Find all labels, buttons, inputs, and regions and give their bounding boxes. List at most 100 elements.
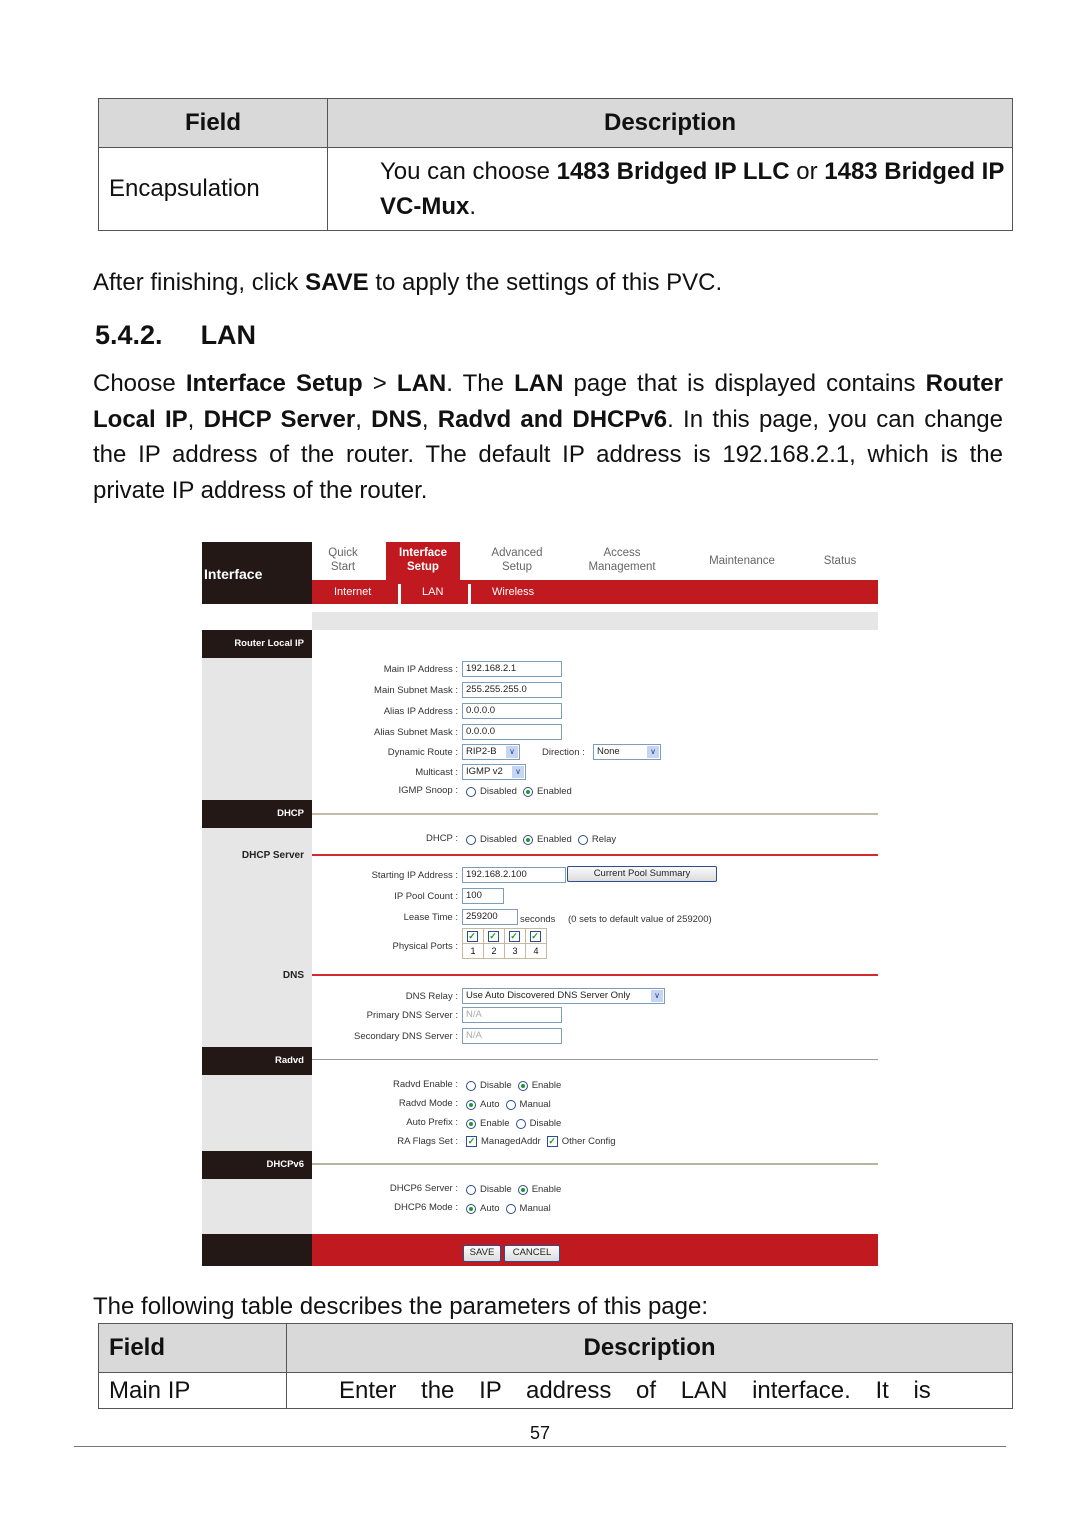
auto-prefix-label: Auto Prefix :: [406, 1117, 458, 1128]
subnav-divider: [398, 584, 401, 604]
main-ip-input[interactable]: 192.168.2.1: [462, 661, 562, 677]
chevron-down-icon: ∨: [512, 766, 524, 778]
select-value: RIP2-B: [466, 746, 497, 757]
bold-term: Interface Setup: [185, 370, 363, 397]
auto-prefix-enable-radio[interactable]: [466, 1118, 476, 1129]
starting-ip-input[interactable]: 192.168.2.100: [462, 867, 566, 883]
dhcp6-manual-radio[interactable]: [505, 1203, 516, 1214]
dhcp6-server-label: DHCP6 Server :: [389, 1183, 458, 1194]
text: to apply the settings of this PVC.: [368, 269, 723, 296]
radio-label: Disable: [529, 1118, 562, 1129]
radio-label: Enable: [531, 1184, 562, 1195]
radio-label: Manual: [519, 1099, 551, 1110]
radvd-mode-radio-group: Auto Manual: [466, 1099, 551, 1110]
checkbox-label: Other Config: [561, 1136, 616, 1147]
radio-label: Auto: [480, 1099, 500, 1110]
nav-tab-advanced-setup[interactable]: Advanced Setup: [478, 546, 556, 574]
subnav-lan[interactable]: LAN: [422, 586, 443, 598]
nav-tab-interface-setup[interactable]: Interface Setup: [386, 542, 460, 580]
radvd-manual-radio[interactable]: [505, 1099, 516, 1110]
nav-label: Setup: [407, 561, 439, 573]
select-value: None: [597, 746, 620, 757]
select-value: IGMP v2: [466, 766, 503, 777]
port-2-checkbox[interactable]: ✓: [487, 930, 499, 942]
igmp-enabled-radio[interactable]: [522, 786, 533, 797]
managed-addr-checkbox[interactable]: ✓: [466, 1136, 477, 1147]
port-1-checkbox[interactable]: ✓: [466, 930, 478, 942]
radvd-enable-label: Radvd Enable :: [393, 1079, 458, 1090]
port-3-checkbox[interactable]: ✓: [508, 930, 520, 942]
igmp-disabled-radio[interactable]: [466, 786, 476, 797]
nav-tab-maintenance[interactable]: Maintenance: [692, 554, 792, 568]
dns-relay-select[interactable]: Use Auto Discovered DNS Server Only ∨: [462, 988, 665, 1004]
direction-select[interactable]: None ∨: [593, 744, 661, 760]
dhcp6-disable-radio[interactable]: [466, 1184, 476, 1195]
current-pool-summary-button[interactable]: Current Pool Summary: [567, 866, 717, 882]
desc-text: .: [469, 193, 477, 220]
dhcp6-auto-radio[interactable]: [466, 1203, 476, 1214]
ip-pool-count-input[interactable]: 100: [462, 888, 504, 904]
radio-label: Disable: [480, 1184, 512, 1195]
main-subnet-input[interactable]: 255.255.255.0: [462, 682, 562, 698]
radvd-disable-radio[interactable]: [466, 1080, 476, 1091]
router-logo: Interface: [202, 542, 312, 604]
nav-tab-access-management[interactable]: Access Management: [574, 546, 670, 574]
nav-tab-quick-start[interactable]: Quick Start: [312, 546, 374, 574]
secondary-dns-input[interactable]: N/A: [462, 1028, 562, 1044]
multicast-select[interactable]: IGMP v2 ∨: [462, 764, 526, 780]
nav-label: Access: [603, 547, 641, 559]
parameters-table: Field Description Main IP Enter the IP a…: [98, 1323, 1013, 1409]
dhcp-disabled-radio[interactable]: [466, 834, 476, 845]
content-top-band: [312, 612, 878, 630]
cancel-button[interactable]: CANCEL: [504, 1245, 560, 1262]
auto-prefix-disable-radio[interactable]: [515, 1118, 526, 1129]
intro-paragraph: Choose Interface Setup > LAN. The LAN pa…: [93, 366, 1003, 508]
alias-subnet-input[interactable]: 0.0.0.0: [462, 724, 562, 740]
table-row: Main IP Enter the IP address of LAN inte…: [98, 1372, 1013, 1409]
dhcp-relay-radio[interactable]: [577, 834, 588, 845]
chevron-down-icon: ∨: [647, 746, 659, 758]
radvd-enable-radio[interactable]: [517, 1080, 528, 1091]
radio-label: Disable: [480, 1080, 512, 1091]
section-title: LAN: [200, 320, 257, 350]
section-dhcpv6: DHCPv6: [202, 1151, 312, 1179]
bold-term: Radvd and DHCPv6: [437, 405, 668, 433]
logo-text: Interface: [204, 566, 263, 582]
desc-text: You can choose: [380, 158, 557, 185]
port-cell: ✓: [525, 928, 547, 944]
divider: [312, 813, 878, 815]
subnav-wireless[interactable]: Wireless: [492, 586, 534, 598]
text: ,: [187, 405, 204, 433]
primary-dns-input[interactable]: N/A: [462, 1007, 562, 1023]
port-4-checkbox[interactable]: ✓: [529, 930, 541, 942]
main-subnet-label: Main Subnet Mask :: [374, 685, 458, 696]
text: ,: [421, 405, 438, 433]
dhcp-enabled-radio[interactable]: [522, 834, 533, 845]
radvd-enable-radio-group: Disable Enable: [466, 1080, 561, 1091]
footer-dark-block: [202, 1234, 312, 1266]
table-header-description: Description: [327, 98, 1013, 148]
dynamic-route-select[interactable]: RIP2-B ∨: [462, 744, 520, 760]
after-finishing-paragraph: After finishing, click SAVE to apply the…: [93, 265, 1003, 301]
bold-term: LAN: [396, 370, 447, 397]
physical-ports-grid: ✓ ✓ ✓ ✓ 1 2 3 4: [462, 928, 547, 959]
subnav-internet[interactable]: Internet: [334, 586, 371, 598]
save-button[interactable]: SAVE: [463, 1245, 501, 1262]
lease-unit: seconds: [520, 914, 556, 925]
nav-tab-status[interactable]: Status: [810, 554, 870, 568]
dhcp-radio-group: Disabled Enabled Relay: [466, 834, 616, 845]
lease-note: (0 sets to default value of 259200): [568, 914, 712, 925]
other-config-checkbox[interactable]: ✓: [546, 1136, 558, 1147]
select-value: Use Auto Discovered DNS Server Only: [466, 990, 631, 1001]
lease-time-input[interactable]: 259200: [462, 909, 518, 925]
port-number: 1: [462, 943, 484, 959]
nav-label: Status: [823, 555, 857, 567]
router-lan-screenshot: Interface Quick Start Interface Setup Adva…: [202, 542, 878, 1266]
radvd-auto-radio[interactable]: [466, 1099, 476, 1110]
bold-term: DHCP Server: [203, 405, 356, 433]
radio-label: Disabled: [480, 834, 517, 845]
alias-ip-input[interactable]: 0.0.0.0: [462, 703, 562, 719]
physical-ports-label: Physical Ports :: [392, 941, 458, 952]
main-ip-label: Main IP Address :: [383, 664, 458, 675]
dhcp6-enable-radio[interactable]: [517, 1184, 528, 1195]
